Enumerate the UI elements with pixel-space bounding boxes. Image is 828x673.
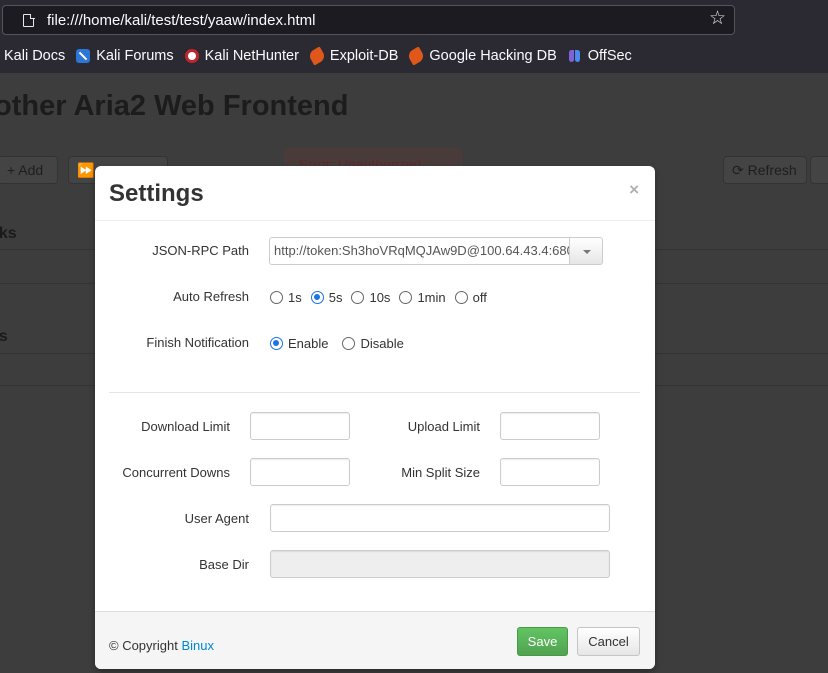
kali-nethunter-icon (184, 49, 199, 63)
chevron-down-icon (583, 250, 591, 254)
refresh-button[interactable]: ⟳ Refresh (723, 156, 807, 184)
radio-button[interactable] (399, 291, 413, 304)
section-heading-stopped: ks (0, 328, 8, 345)
binux-link[interactable]: Binux (181, 638, 214, 653)
bookmark-offsec[interactable]: OffSec (568, 48, 632, 64)
radio-label: 5s (328, 290, 343, 305)
radio-button-selected[interactable] (270, 337, 283, 350)
min-split-size-input[interactable] (500, 458, 600, 486)
page-icon (23, 13, 35, 27)
user-agent-input[interactable] (270, 504, 610, 532)
bookmark-label: OffSec (587, 48, 632, 64)
offsec-icon (568, 49, 582, 63)
rpc-path-label: JSON-RPC Path (152, 243, 249, 258)
bookmark-kali-forums[interactable]: Kali Forums (76, 48, 174, 64)
settings-modal: Settings × JSON-RPC Path http://token:Sh… (95, 166, 655, 669)
upload-limit-label: Upload Limit (407, 419, 480, 434)
bookmark-label: Exploit-DB (329, 48, 399, 64)
auto-refresh-option-1s[interactable]: 1s (270, 290, 302, 305)
min-split-size-label: Min Split Size (401, 465, 480, 480)
bookmark-exploit-db[interactable]: Exploit-DB (307, 46, 399, 66)
modal-header: Settings × (95, 166, 655, 221)
radio-label: Enable (288, 336, 329, 351)
concurrent-downloads-input[interactable] (250, 458, 350, 486)
url-bar[interactable]: file:///home/kali/test/test/yaaw/index.h… (2, 5, 735, 35)
close-icon[interactable]: × (629, 180, 639, 200)
finish-notification-label: Finish Notification (146, 335, 249, 350)
bookmark-label: Kali NetHunter (204, 48, 299, 64)
base-dir-input (270, 550, 610, 578)
add-button[interactable]: + Add (0, 156, 58, 184)
radio-label: 1min (417, 290, 446, 305)
radio-label: 1s (288, 290, 302, 305)
bookmark-ghdb[interactable]: Google Hacking DB (406, 46, 557, 66)
exploit-db-icon (307, 46, 327, 66)
bookmark-label: Kali Forums (96, 48, 174, 64)
section-heading-active: sks (0, 225, 17, 242)
rpc-path-combo: http://token:Sh3hoVRqMQJAw9D@100.64.43.4… (269, 237, 603, 265)
auto-refresh-option-off[interactable]: off (454, 290, 487, 305)
bookmark-label: Kali Docs (4, 48, 66, 64)
app-title: other Aria2 Web Frontend (0, 90, 349, 122)
upload-limit-input[interactable] (500, 412, 600, 440)
auto-refresh-option-10s[interactable]: 10s (351, 290, 390, 305)
auto-refresh-label: Auto Refresh (173, 289, 249, 304)
save-button[interactable]: Save (517, 627, 568, 656)
download-limit-input[interactable] (250, 412, 350, 440)
bookmark-kali-docs[interactable]: Kali Docs (4, 48, 65, 64)
auto-refresh-option-1min[interactable]: 1min (399, 290, 446, 305)
ghdb-icon (406, 46, 426, 66)
concurrent-downloads-label: Concurrent Downs (122, 465, 230, 480)
modal-footer: © Copyright Binux Save Cancel (95, 611, 655, 669)
bookmark-label: Google Hacking DB (429, 48, 557, 64)
radio-button[interactable] (270, 291, 283, 304)
radio-button[interactable] (454, 291, 468, 304)
finish-option-enable[interactable]: Enable (270, 336, 328, 351)
divider (109, 392, 640, 393)
auto-refresh-group: 1s 5s 10s 1min off (270, 290, 496, 305)
finish-option-disable[interactable]: Disable (342, 336, 404, 351)
download-limit-label: Download Limit (141, 419, 230, 434)
base-dir-label: Base Dir (199, 557, 249, 572)
modal-title: Settings (109, 180, 204, 207)
settings-toggle-button[interactable] (810, 156, 828, 184)
copyright: © Copyright Binux (109, 638, 214, 653)
radio-button-selected[interactable] (310, 291, 324, 304)
cancel-button[interactable]: Cancel (577, 627, 640, 656)
rpc-path-dropdown-button[interactable] (569, 237, 603, 265)
user-agent-label: User Agent (184, 511, 249, 526)
radio-label: off (472, 290, 487, 305)
url-text[interactable]: file:///home/kali/test/test/yaaw/index.h… (47, 12, 315, 29)
radio-label: 10s (369, 290, 391, 305)
radio-label: Disable (360, 336, 404, 351)
bookmark-star-icon[interactable]: ☆ (709, 9, 726, 29)
auto-refresh-option-5s[interactable]: 5s (310, 290, 343, 305)
rpc-path-input[interactable]: http://token:Sh3hoVRqMQJAw9D@100.64.43.4… (269, 237, 570, 265)
copyright-text: © Copyright (109, 638, 182, 653)
kali-forums-icon (76, 49, 91, 63)
bookmark-kali-nethunter[interactable]: Kali NetHunter (184, 48, 299, 64)
browser-toolbar: file:///home/kali/test/test/yaaw/index.h… (0, 0, 828, 73)
radio-button[interactable] (342, 337, 356, 350)
radio-button[interactable] (351, 291, 365, 304)
finish-notification-group: Enable Disable (270, 336, 413, 351)
bookmarks-bar: Kali Docs Kali Forums Kali NetHunter Exp… (0, 40, 643, 72)
